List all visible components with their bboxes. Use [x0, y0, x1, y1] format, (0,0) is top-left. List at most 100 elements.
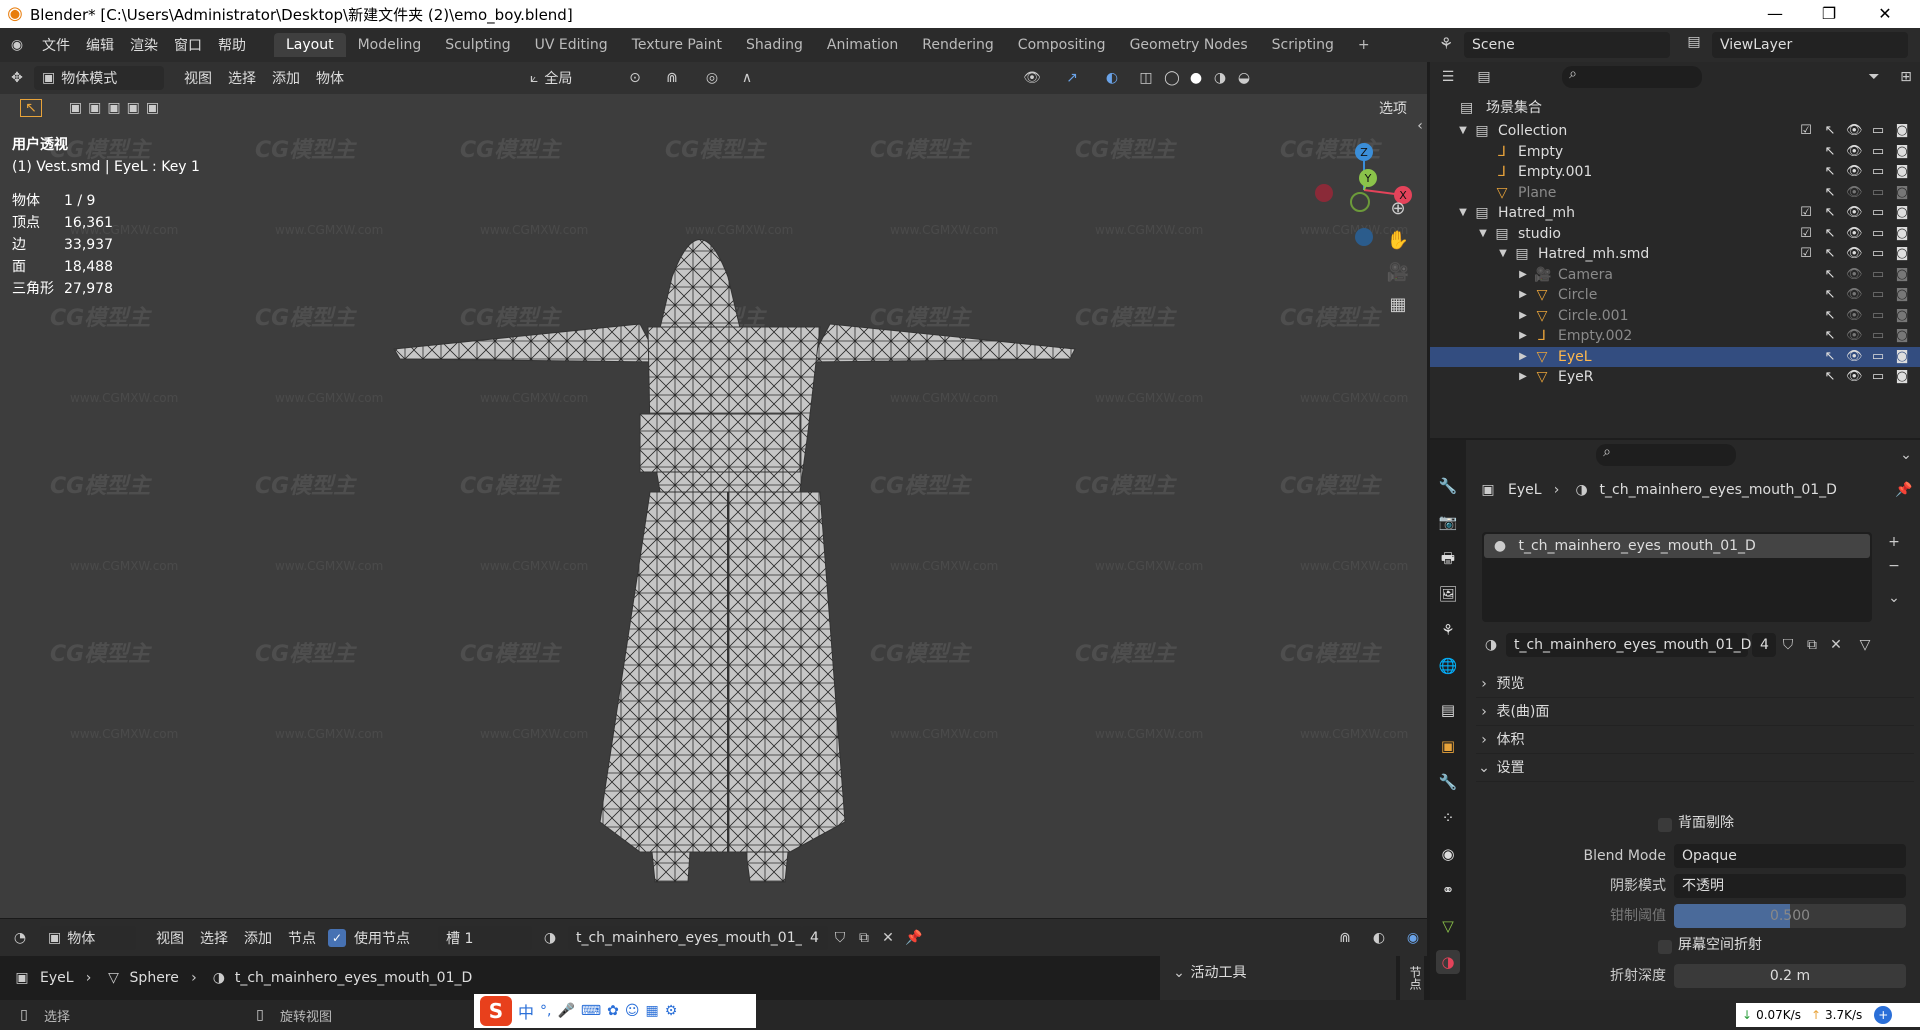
ime-voice-icon[interactable]: 🎤 — [557, 1003, 574, 1019]
shading-material-icon[interactable]: ◑ — [1208, 70, 1232, 86]
fake-user-shield-icon[interactable]: ⛉ — [828, 930, 852, 946]
render-icon[interactable]: ◙ — [1894, 265, 1910, 285]
camera-view-icon[interactable]: 🎥 — [1386, 262, 1410, 283]
node-sidebar-tab[interactable]: 节点 — [1400, 956, 1424, 1000]
overlay-toggle-icon[interactable]: ◐ — [1092, 70, 1132, 86]
gizmo-neg-x[interactable] — [1315, 184, 1333, 202]
selectable-icon[interactable]: ↖ — [1822, 142, 1838, 162]
shading-rendered-icon[interactable]: ◒ — [1232, 70, 1256, 86]
zoom-icon[interactable]: ⊕ — [1386, 198, 1410, 219]
material-ball-icon[interactable]: ◑ — [532, 930, 568, 946]
node-overlay-icon[interactable]: ◐ — [1359, 930, 1399, 946]
pin-icon[interactable]: 📌 — [900, 930, 928, 946]
properties-search[interactable]: ⌕ — [1596, 444, 1736, 466]
tab-modeling[interactable]: Modeling — [346, 33, 434, 57]
node-material-users[interactable]: 4 — [802, 925, 828, 950]
visibility-icon[interactable]: 👁 — [1846, 244, 1863, 264]
node-editor-type-icon[interactable]: ◔ — [0, 930, 40, 946]
perspective-grid-icon[interactable]: ▦ — [1386, 294, 1410, 315]
use-nodes-checkbox[interactable]: ✓ — [328, 928, 346, 947]
checkbox-icon[interactable] — [1798, 142, 1814, 162]
expand-toggle-icon[interactable]: ▶ — [1516, 347, 1530, 367]
properties-options-icon[interactable]: ⌄ — [1892, 447, 1920, 463]
outliner-row[interactable]: ▶ ▽ EyeL ↖ 👁 ▭ ◙ — [1430, 346, 1920, 367]
checkbox-icon[interactable]: ☑ — [1798, 203, 1814, 223]
tab-geometry-nodes[interactable]: Geometry Nodes — [1118, 33, 1260, 57]
menu-help[interactable]: 帮助 — [210, 35, 254, 55]
checkbox-icon[interactable]: ☑ — [1798, 244, 1814, 264]
clip-threshold-slider[interactable]: 0.500 — [1674, 904, 1906, 928]
ime-settings-icon[interactable]: ⚙ — [665, 1003, 678, 1019]
material-name-field[interactable]: t_ch_mainhero_eyes_mouth_01_D — [1506, 633, 1751, 657]
visibility-icon[interactable]: 👁 — [1846, 121, 1863, 141]
selectable-icon[interactable]: ↖ — [1822, 244, 1838, 264]
visibility-icon[interactable]: 👁 — [1846, 142, 1863, 162]
visibility-icon[interactable]: 👁 — [1846, 285, 1863, 305]
panel-volume[interactable]: › 体积 — [1476, 726, 1914, 754]
slot-selector[interactable]: 槽 1 — [438, 925, 532, 950]
pin-icon[interactable]: 📌 — [1894, 482, 1914, 498]
view-layer-tab-icon[interactable]: 🖼 — [1436, 582, 1460, 606]
viewport-icon[interactable]: ▭ — [1870, 326, 1886, 346]
outliner-row[interactable]: ▼ ▤ Hatred_mh ☑ ↖ 👁 ▭ ◙ — [1430, 203, 1920, 223]
expand-toggle-icon[interactable]: ▶ — [1516, 326, 1530, 346]
modifier-tab-icon[interactable]: 🔧 — [1436, 770, 1460, 794]
viewport-icon[interactable]: ▭ — [1870, 183, 1886, 203]
gizmo-neg-y[interactable] — [1350, 192, 1370, 212]
select-mode-icons[interactable]: ▣▣▣▣▣ — [62, 100, 172, 116]
material-slot-row[interactable]: ● t_ch_mainhero_eyes_mouth_01_D — [1484, 534, 1870, 558]
tool-tab-icon[interactable]: 🔧 — [1436, 474, 1460, 498]
expand-toggle-icon[interactable]: ▶ — [1516, 265, 1530, 285]
render-icon[interactable]: ◙ — [1894, 142, 1910, 162]
sidebar-collapse-icon[interactable]: ‹ — [1414, 118, 1426, 134]
render-icon[interactable]: ◙ — [1894, 285, 1910, 305]
duplicate-material-icon[interactable]: ⧉ — [1800, 637, 1824, 653]
menu-window[interactable]: 窗口 — [166, 35, 210, 55]
visibility-icon[interactable]: 👁 — [1846, 326, 1863, 346]
render-icon[interactable]: ◙ — [1894, 326, 1910, 346]
checkbox-icon[interactable] — [1798, 285, 1814, 305]
add-workspace-button[interactable]: + — [1346, 33, 1382, 57]
screen-space-refraction-checkbox[interactable] — [1658, 940, 1672, 954]
menu-file[interactable]: 文件 — [34, 35, 78, 55]
selectable-icon[interactable]: ↖ — [1822, 183, 1838, 203]
output-tab-icon[interactable]: 🖶 — [1436, 546, 1460, 570]
particles-tab-icon[interactable]: ⁘ — [1436, 806, 1460, 830]
unlink-material-icon[interactable]: ✕ — [876, 930, 900, 946]
world-tab-icon[interactable]: 🌐 — [1436, 654, 1460, 678]
viewport-icon[interactable]: ▭ — [1870, 306, 1886, 326]
material-slots-list[interactable]: ● t_ch_mainhero_eyes_mouth_01_D — [1482, 532, 1872, 622]
maximize-button[interactable]: ❐ — [1806, 0, 1852, 28]
visibility-icon[interactable]: 👁 — [1846, 203, 1863, 223]
outliner-row[interactable]: ⅃ Empty.001 ↖ 👁 ▭ ◙ — [1430, 162, 1920, 182]
visibility-icon[interactable]: 👁 — [1846, 306, 1863, 326]
unlink-material-icon[interactable]: ✕ — [1824, 637, 1848, 653]
options-dropdown[interactable]: 选项 — [1371, 96, 1415, 120]
tab-shading[interactable]: Shading — [734, 33, 815, 57]
viewport-icon[interactable]: ▭ — [1870, 265, 1886, 285]
panel-preview[interactable]: › 预览 — [1476, 670, 1914, 698]
data-tab-icon[interactable]: ▽ — [1436, 914, 1460, 938]
node-menu-add[interactable]: 添加 — [236, 926, 280, 950]
tab-scripting[interactable]: Scripting — [1260, 33, 1346, 57]
tab-layout[interactable]: Layout — [274, 33, 346, 57]
render-icon[interactable]: ◙ — [1894, 162, 1910, 182]
checkbox-icon[interactable] — [1798, 367, 1814, 387]
slot-specials-icon[interactable]: ⌄ — [1884, 590, 1904, 606]
blender-menu-icon[interactable]: ◉ — [0, 37, 34, 53]
visibility-icon[interactable]: 👁 — [1012, 70, 1052, 86]
checkbox-icon[interactable] — [1798, 183, 1814, 203]
node-menu-node[interactable]: 节点 — [280, 926, 324, 950]
shading-wireframe-icon[interactable]: ◯ — [1160, 70, 1184, 86]
viewport-icon[interactable]: ▭ — [1870, 224, 1886, 244]
viewport-icon[interactable]: ▭ — [1870, 142, 1886, 162]
outliner-row[interactable]: ▶ ▽ Circle.001 ↖ 👁 ▭ ◙ — [1430, 306, 1920, 326]
expand-toggle-icon[interactable]: ▶ — [1516, 306, 1530, 326]
render-icon[interactable]: ◙ — [1894, 347, 1910, 367]
visibility-icon[interactable]: 👁 — [1846, 265, 1863, 285]
expand-toggle-icon[interactable]: ▼ — [1496, 244, 1510, 264]
render-icon[interactable]: ◙ — [1894, 367, 1910, 387]
checkbox-icon[interactable] — [1798, 306, 1814, 326]
outliner-type-icon[interactable]: ☰ — [1430, 69, 1466, 85]
falloff-icon[interactable]: ∧ — [732, 70, 762, 86]
